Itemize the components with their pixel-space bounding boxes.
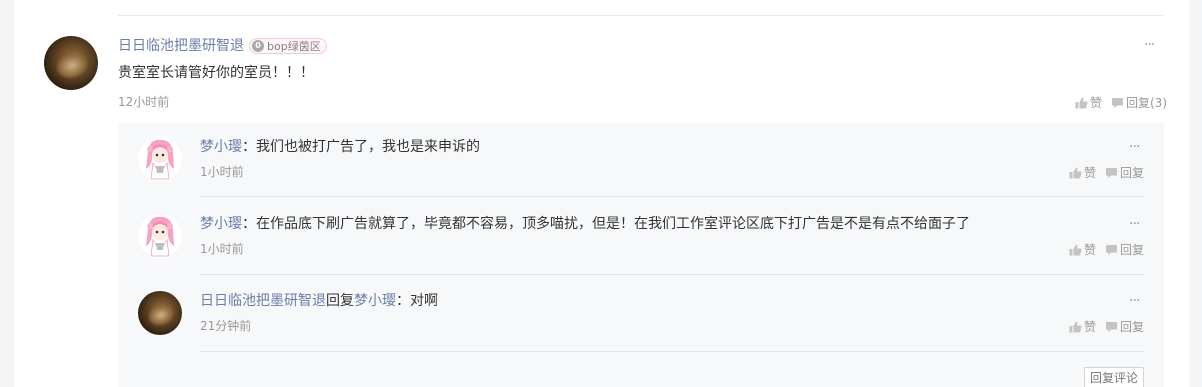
reply-more-icon[interactable]: ··· — [1129, 217, 1140, 231]
replies-container — [118, 122, 1164, 387]
reply-avatar[interactable] — [138, 137, 182, 181]
reply-time: 1小时前 — [200, 242, 244, 256]
reply-separator: ： — [396, 293, 410, 309]
reply-reply-button[interactable]: 回复 — [1105, 241, 1144, 258]
main-reply-label: 回复(3) — [1126, 96, 1167, 110]
reply-content: 在作品底下刷广告就算了，毕竟都不容易，顶多喵扰，但是！在我们工作室评论区底下打广… — [256, 216, 970, 232]
reply-separator: ： — [242, 139, 256, 155]
badge-coin-icon: 0 — [252, 40, 264, 52]
reply-word: 回复 — [326, 293, 354, 309]
main-author-avatar[interactable] — [44, 36, 98, 90]
reply-text: 梦小璎：我们也被打广告了，我也是来申诉的 — [200, 138, 480, 156]
reply-time: 21分钟前 — [200, 319, 252, 333]
reply-divider — [200, 196, 1145, 197]
reply-like-button[interactable]: 赞 — [1069, 164, 1096, 181]
thumbs-up-icon — [1069, 244, 1082, 255]
group-badge[interactable]: 0 bop绿茵区 — [249, 38, 327, 54]
reply-author-name[interactable]: 梦小璎 — [200, 216, 242, 232]
avatar-image — [52, 48, 92, 83]
main-like-label: 赞 — [1090, 96, 1103, 110]
comment-icon — [1106, 167, 1117, 178]
avatar-image — [138, 137, 182, 181]
reply-more-icon[interactable]: ··· — [1129, 140, 1140, 154]
right-gutter — [1189, 0, 1202, 387]
reply-content: 对啊 — [410, 293, 438, 309]
thumbs-up-icon — [1069, 321, 1082, 332]
main-author-name[interactable]: 日日临池把墨研智退 — [118, 37, 244, 55]
reply-divider — [200, 351, 1145, 352]
reply-comment-button[interactable]: 回复评论 — [1084, 367, 1144, 387]
reply-reply-label: 回复 — [1120, 243, 1145, 257]
reply-more-icon[interactable]: ··· — [1129, 294, 1140, 308]
thumbs-up-icon — [1075, 97, 1088, 108]
main-comment-time: 12小时前 — [118, 95, 170, 109]
reply-like-label: 赞 — [1084, 320, 1097, 334]
left-gutter — [0, 0, 14, 387]
reply-target-name[interactable]: 梦小璎 — [354, 293, 396, 309]
reply-separator: ： — [242, 216, 256, 232]
comment-icon — [1106, 321, 1117, 332]
reply-avatar[interactable] — [138, 291, 182, 335]
top-divider — [118, 15, 1164, 16]
reply-content: 我们也被打广告了，我也是来申诉的 — [256, 139, 480, 155]
reply-reply-button[interactable]: 回复 — [1105, 164, 1144, 181]
thumbs-up-icon — [1069, 167, 1082, 178]
reply-author-name[interactable]: 日日临池把墨研智退 — [200, 293, 326, 309]
main-like-button[interactable]: 赞 — [1075, 94, 1102, 111]
reply-like-button[interactable]: 赞 — [1069, 241, 1096, 258]
comment-icon — [1106, 244, 1117, 255]
reply-reply-label: 回复 — [1120, 166, 1145, 180]
reply-like-label: 赞 — [1084, 166, 1097, 180]
reply-text: 梦小璎：在作品底下刷广告就算了，毕竟都不容易，顶多喵扰，但是！在我们工作室评论区… — [200, 215, 970, 233]
reply-author-name[interactable]: 梦小璎 — [200, 139, 242, 155]
reply-avatar[interactable] — [138, 214, 182, 258]
reply-like-button[interactable]: 赞 — [1069, 318, 1096, 335]
reply-reply-label: 回复 — [1120, 320, 1145, 334]
reply-divider — [200, 274, 1145, 275]
avatar-image — [145, 301, 177, 329]
main-more-icon[interactable]: ··· — [1144, 38, 1155, 52]
reply-like-label: 赞 — [1084, 243, 1097, 257]
reply-time: 1小时前 — [200, 165, 244, 179]
reply-text: 日日临池把墨研智退回复梦小璎：对啊 — [200, 292, 438, 310]
reply-reply-button[interactable]: 回复 — [1105, 318, 1144, 335]
main-reply-button[interactable]: 回复(3) — [1111, 94, 1167, 111]
main-comment-text: 贵室室长请管好你的室员！！！ — [118, 65, 314, 81]
comment-icon — [1112, 97, 1123, 108]
comment-section: 日日临池把墨研智退 0 bop绿茵区 ··· 贵室室长请管好你的室员！！！ 12… — [0, 0, 1202, 387]
badge-label: bop绿茵区 — [267, 40, 321, 53]
avatar-image — [138, 214, 182, 258]
